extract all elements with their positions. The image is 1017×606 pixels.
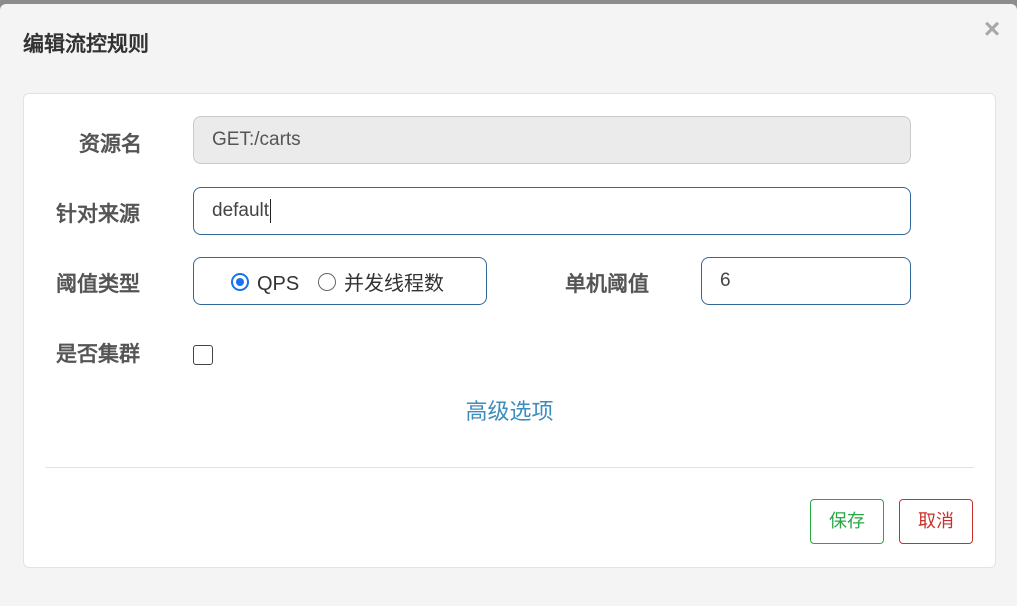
cancel-button[interactable]: 取消 <box>899 499 973 544</box>
text-caret <box>270 198 272 223</box>
threshold-type-radio-group: QPS 并发线程数 <box>193 257 487 305</box>
save-button[interactable]: 保存 <box>810 499 884 544</box>
radio-qps-label[interactable]: QPS <box>257 271 299 297</box>
radio-qps[interactable] <box>231 273 249 291</box>
resource-name-input[interactable]: GET:/carts <box>193 116 911 164</box>
resource-name-label: 资源名 <box>79 133 142 156</box>
cluster-mode-label: 是否集群 <box>56 343 140 366</box>
edit-flow-rule-dialog: 编辑流控规则 × 资源名 GET:/carts 针对来源 default 阈值类… <box>0 4 1017 606</box>
limit-app-label: 针对来源 <box>56 203 140 226</box>
single-threshold-label: 单机阈值 <box>565 273 649 296</box>
close-icon[interactable]: × <box>981 15 1003 43</box>
advanced-options-link[interactable]: 高级选项 <box>24 398 995 426</box>
single-threshold-input[interactable]: 6 <box>701 257 911 305</box>
limit-app-value: default <box>212 200 270 221</box>
dialog-title: 编辑流控规则 <box>23 33 149 56</box>
footer-divider <box>45 467 974 468</box>
threshold-type-label: 阈值类型 <box>56 273 140 296</box>
limit-app-input[interactable]: default <box>193 187 911 235</box>
radio-thread-count[interactable] <box>318 273 336 291</box>
cluster-mode-checkbox[interactable] <box>193 345 213 365</box>
rule-form-card: 资源名 GET:/carts 针对来源 default 阈值类型 QPS 并发线… <box>23 93 996 568</box>
radio-thread-count-label[interactable]: 并发线程数 <box>344 271 444 297</box>
